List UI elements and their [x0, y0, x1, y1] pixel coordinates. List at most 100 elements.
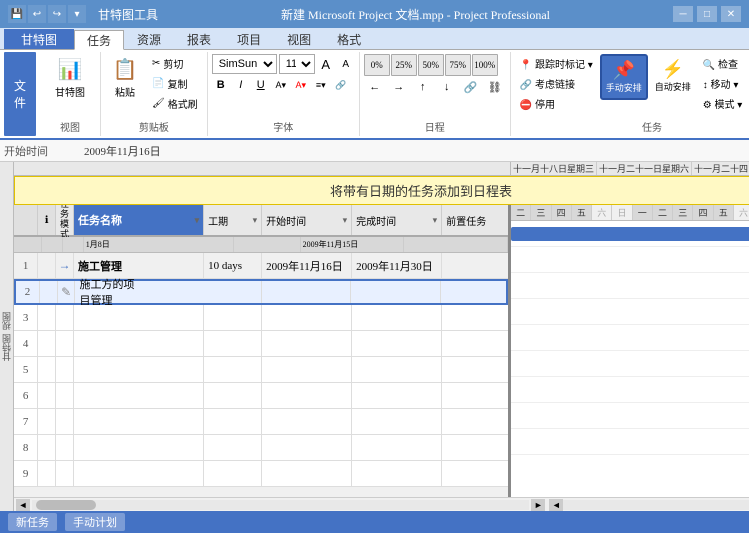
pct0-btn[interactable]: 0%: [364, 54, 390, 76]
schedule-label: 日程: [364, 117, 506, 134]
row2-info: [40, 281, 58, 303]
finish-filter-arrow[interactable]: ▾: [433, 215, 438, 226]
outdent-btn[interactable]: →: [388, 78, 410, 96]
task-row-3[interactable]: 3: [14, 305, 508, 331]
tab-project[interactable]: 项目: [224, 29, 274, 49]
copy-btn[interactable]: 📄 复制: [147, 74, 203, 93]
link-task-btn[interactable]: 🔗: [460, 78, 482, 96]
task-row-7[interactable]: 7: [14, 409, 508, 435]
h-scrollbar[interactable]: ◄ ► ◄ ►: [14, 497, 749, 511]
col-finish-label: 完成时间: [356, 213, 396, 228]
scroll-left-btn[interactable]: ◄: [16, 499, 30, 511]
align-btn[interactable]: ≡▾: [312, 76, 330, 94]
mode-btn[interactable]: ⚙ 模式 ▾: [698, 94, 748, 113]
tab-task[interactable]: 任务: [74, 30, 124, 50]
scroll-thumb-h[interactable]: [36, 500, 96, 510]
gantt-btn[interactable]: 📊 甘特图: [48, 54, 92, 102]
row7-info: [38, 409, 56, 434]
pct75-btn[interactable]: 75%: [445, 54, 471, 76]
task-row-4[interactable]: 4: [14, 331, 508, 357]
link-btn[interactable]: 🔗: [332, 76, 350, 94]
duration-filter-arrow[interactable]: ▾: [253, 215, 258, 226]
inspect-btn[interactable]: 🔍 检查: [698, 54, 748, 73]
respect-links-btn[interactable]: 🔗 考虑链接: [515, 74, 598, 93]
gantt-scroll-left[interactable]: ◄: [549, 499, 563, 511]
row7-mode: [56, 409, 74, 434]
task-row-8[interactable]: 8: [14, 435, 508, 461]
tab-resource[interactable]: 资源: [124, 29, 174, 49]
row4-finish: [352, 331, 442, 356]
pct50-btn[interactable]: 50%: [418, 54, 444, 76]
cut-btn[interactable]: ✂ 剪切: [147, 54, 203, 73]
close-btn[interactable]: ✕: [721, 6, 741, 22]
track-btns: 📍 跟踪时标记 ▾ 🔗 考虑链接 ⛔ 停用: [515, 54, 598, 113]
row2-name[interactable]: 施工方的项 目管理: [75, 281, 204, 303]
row6-name: [74, 383, 204, 408]
row1-num: 1: [14, 253, 38, 278]
down-btn[interactable]: ↓: [436, 78, 458, 96]
tab-report[interactable]: 报表: [174, 29, 224, 49]
track-mark-btn[interactable]: 📍 跟踪时标记 ▾: [515, 54, 598, 73]
row8-pred: [442, 435, 508, 460]
row8-duration: [204, 435, 262, 460]
minimize-btn[interactable]: ─: [673, 6, 693, 22]
font-shrink-btn[interactable]: A: [337, 55, 355, 73]
font-controls: SimSun 11 A A B I U A▾ A▾ ≡▾ 🔗: [212, 54, 355, 94]
row1-start: 2009年11月16日: [262, 253, 352, 278]
cut-icon: ✂: [152, 58, 160, 69]
task-row-2[interactable]: 2 ✎ 施工方的项 目管理: [14, 279, 508, 305]
task-row-9[interactable]: 9: [14, 461, 508, 487]
tab-gantt[interactable]: 甘特图: [4, 29, 74, 49]
maximize-btn[interactable]: □: [697, 6, 717, 22]
row3-num: 3: [14, 305, 38, 330]
redo-btn[interactable]: ↪: [48, 5, 66, 23]
unlink-btn[interactable]: ⛓: [484, 78, 506, 96]
file-tab[interactable]: 文件: [4, 52, 36, 136]
row2-num: 2: [16, 281, 40, 303]
timeline-left: [14, 162, 511, 175]
up-btn[interactable]: ↑: [412, 78, 434, 96]
view-label: 视图: [0, 312, 13, 330]
sub-num: [14, 237, 42, 252]
font-name-select[interactable]: SimSun: [212, 54, 277, 74]
row1-name[interactable]: 施工管理: [74, 253, 204, 278]
pct25-btn[interactable]: 25%: [391, 54, 417, 76]
indent-btn[interactable]: ←: [364, 78, 386, 96]
task-grid: ℹ 任务模式 任务名称 ▾ 工期 ▾ 开始时间 ▾: [14, 205, 511, 497]
tab-view[interactable]: 视图: [274, 29, 324, 49]
bold-btn[interactable]: B: [212, 76, 230, 94]
auto-schedule-btn[interactable]: ⚡ 自动安排: [650, 54, 696, 98]
day-wed2: 四: [693, 205, 713, 220]
move-btn[interactable]: ↕ 移动 ▾: [698, 74, 748, 93]
font-grow-btn[interactable]: A: [317, 55, 335, 73]
task-group-label: 任务: [515, 117, 749, 134]
deactivate-btn[interactable]: ⛔ 停用: [515, 94, 598, 113]
font-color-btn[interactable]: A▾: [292, 76, 310, 94]
day-sat1: 日: [612, 205, 632, 220]
manual-label: 手动安排: [606, 81, 642, 94]
underline-btn[interactable]: U: [252, 76, 270, 94]
scroll-right-btn[interactable]: ►: [531, 499, 545, 511]
row2-duration: [204, 281, 262, 303]
manual-schedule-btn[interactable]: 📌 手动安排: [600, 54, 648, 100]
day-mon1: 二: [511, 205, 531, 220]
task-row-6[interactable]: 6: [14, 383, 508, 409]
task-row-5[interactable]: 5: [14, 357, 508, 383]
format-paint-btn[interactable]: 🖌 格式刷: [147, 94, 203, 113]
bg-color-btn[interactable]: A▾: [272, 76, 290, 94]
start-filter-arrow[interactable]: ▾: [343, 215, 348, 226]
view-group-content: 📊 甘特图: [48, 54, 92, 117]
font-size-select[interactable]: 11: [279, 54, 315, 74]
save-btn[interactable]: 💾: [8, 5, 26, 23]
italic-btn[interactable]: I: [232, 76, 250, 94]
pct100-btn[interactable]: 100%: [472, 54, 498, 76]
tab-format[interactable]: 格式: [324, 29, 374, 49]
dropdown-btn[interactable]: ▾: [68, 5, 86, 23]
status-tab-manual[interactable]: 手动计划: [65, 513, 125, 531]
status-bar: 新任务 手动计划: [0, 511, 749, 533]
paste-btn[interactable]: 📋 粘贴: [105, 54, 145, 102]
name-filter-arrow[interactable]: ▾: [195, 215, 200, 226]
undo-btn[interactable]: ↩: [28, 5, 46, 23]
row8-name: [74, 435, 204, 460]
status-tab-new-task[interactable]: 新任务: [8, 513, 57, 531]
